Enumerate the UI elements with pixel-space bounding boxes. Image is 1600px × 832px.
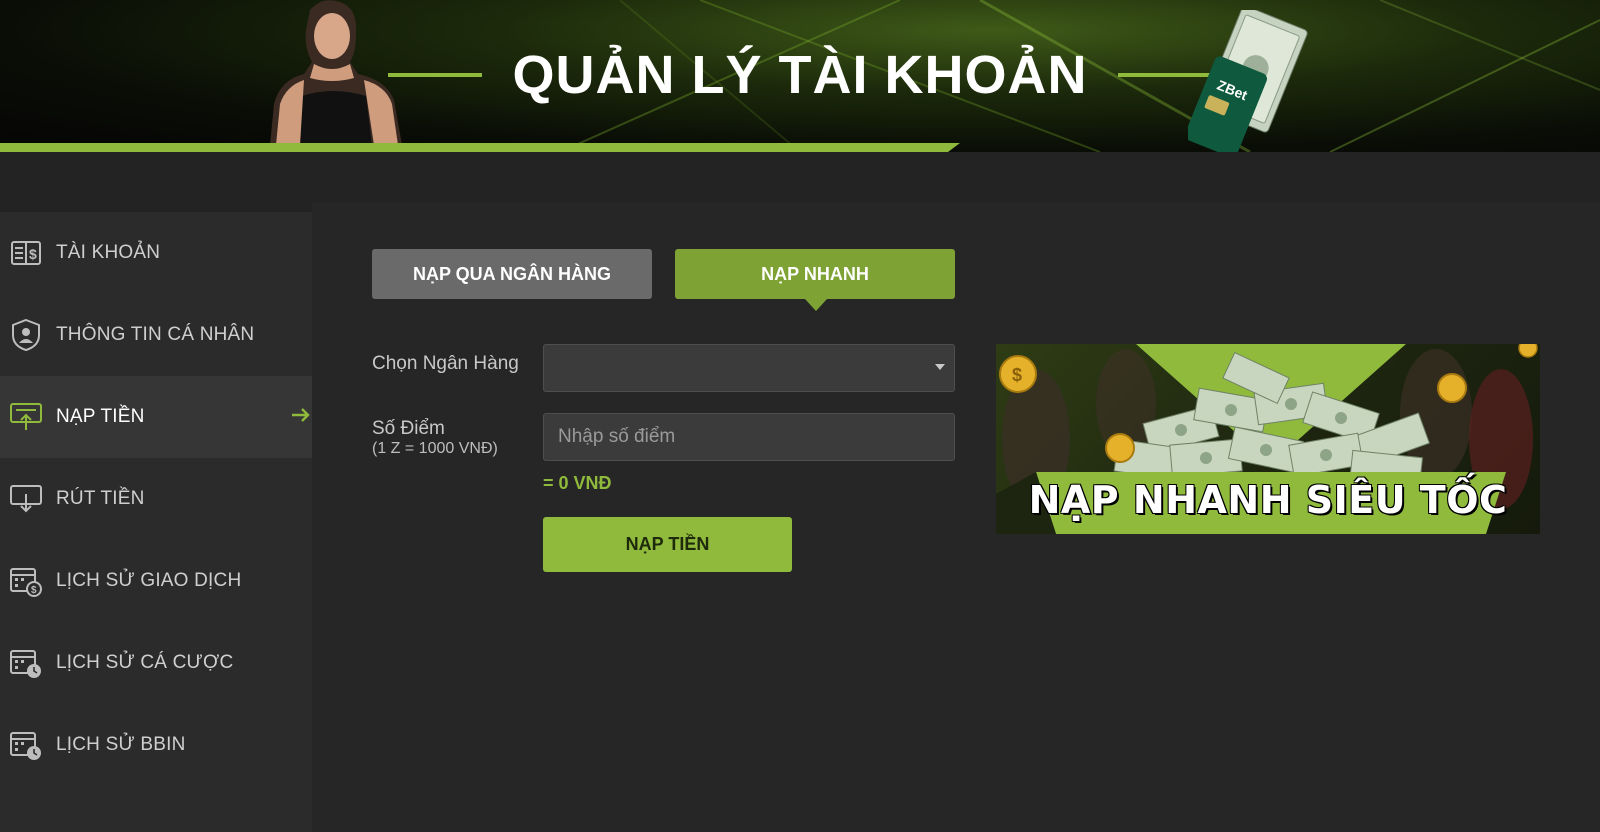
deposit-submit-button[interactable]: NẠP TIỀN [543, 517, 792, 572]
page-title: QUẢN LÝ TÀI KHOẢN [512, 45, 1088, 105]
page-title-row: QUẢN LÝ TÀI KHOẢN [0, 44, 1600, 106]
sidebar-item-label: LỊCH SỬ GIAO DỊCH [56, 570, 242, 591]
sidebar-item-withdraw[interactable]: RÚT TIỀN [0, 458, 312, 540]
header-banner: QUẢN LÝ TÀI KHOẢN ZBet [0, 0, 1600, 152]
account-book-icon: $ [9, 236, 43, 270]
sidebar-item-label: THÔNG TIN CÁ NHÂN [56, 324, 255, 345]
bank-select-label: Chọn Ngân Hàng [372, 353, 519, 374]
active-tab-caret [805, 299, 827, 311]
deposit-icon [9, 400, 43, 434]
sidebar-item-deposit[interactable]: NẠP TIỀN [0, 376, 312, 458]
bank-select[interactable] [543, 344, 955, 392]
sidebar: $ TÀI KHOẢN THÔNG TIN CÁ NHÂN NẠP TIỀN R… [0, 212, 312, 832]
arrow-right-icon [290, 404, 312, 426]
chevron-down-icon [935, 364, 945, 370]
title-divider-left [388, 73, 483, 77]
calendar-clock-icon [9, 728, 43, 762]
sidebar-item-bbin-history[interactable]: LỊCH SỬ BBIN [0, 704, 312, 786]
tab-label: NẠP QUA NGÂN HÀNG [412, 263, 611, 284]
sidebar-item-label: LỊCH SỬ BBIN [56, 734, 186, 755]
sidebar-item-label: LỊCH SỬ CÁ CƯỢC [56, 652, 234, 673]
sidebar-item-label: RÚT TIỀN [56, 488, 145, 509]
header-spacer [0, 152, 1600, 202]
svg-text:$: $ [1012, 365, 1022, 385]
calendar-dollar-icon: $ [9, 564, 43, 598]
sidebar-item-profile[interactable]: THÔNG TIN CÁ NHÂN [0, 294, 312, 376]
cash-card-image: ZBet [1188, 10, 1308, 152]
sidebar-item-account[interactable]: $ TÀI KHOẢN [0, 212, 312, 294]
promo-text: NẠP NHANH SIÊU TỐC [1028, 478, 1508, 522]
points-rate-note: (1 Z = 1000 VNĐ) [372, 440, 498, 457]
submit-label: NẠP TIỀN [625, 534, 710, 554]
points-label: Số Điểm [372, 418, 445, 439]
svg-text:$: $ [31, 585, 37, 596]
banner-accent-stripe [0, 143, 960, 152]
conversion-value: = 0 VNĐ [543, 473, 612, 493]
svg-text:$: $ [29, 246, 37, 262]
sidebar-item-bet-history[interactable]: LỊCH SỬ CÁ CƯỢC [0, 622, 312, 704]
tab-fast-deposit[interactable]: NẠP NHANH [675, 249, 955, 311]
sidebar-item-transaction-history[interactable]: $ LỊCH SỬ GIAO DỊCH [0, 540, 312, 622]
tab-label: NẠP NHANH [761, 263, 869, 284]
withdraw-icon [9, 482, 43, 516]
promo-banner[interactable]: $ NẠP NHANH SIÊU TỐC [996, 344, 1540, 534]
tab-bank-deposit[interactable]: NẠP QUA NGÂN HÀNG [372, 249, 652, 299]
deposit-panel: NẠP QUA NGÂN HÀNG NẠP NHANH Chọn Ngân Hà… [312, 202, 1600, 832]
sidebar-item-label: TÀI KHOẢN [56, 242, 161, 263]
calendar-clock-icon [9, 646, 43, 680]
points-input[interactable] [543, 413, 955, 461]
sidebar-item-label: NẠP TIỀN [56, 406, 145, 427]
profile-shield-icon [9, 318, 43, 352]
